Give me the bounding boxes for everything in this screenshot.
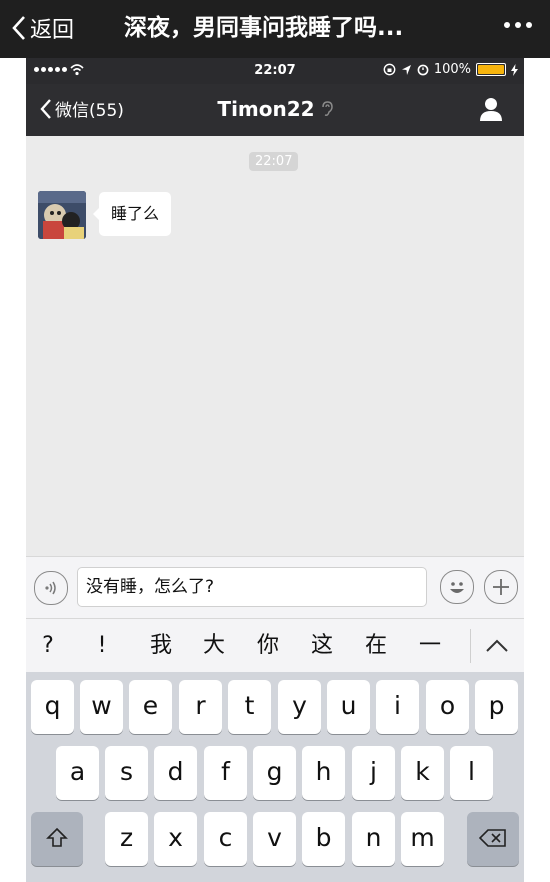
nav-bar: 微信(55) Timon22 xyxy=(26,84,524,136)
candidate-item[interactable]: 大 xyxy=(194,619,234,673)
key-g[interactable]: g xyxy=(253,746,296,800)
orientation-lock-icon xyxy=(383,63,396,76)
outer-back-button[interactable]: 返回 xyxy=(12,10,74,46)
candidate-item[interactable]: 你 xyxy=(248,619,288,673)
chevron-up-icon[interactable] xyxy=(484,633,510,659)
alarm-icon xyxy=(417,64,429,76)
emoji-button[interactable] xyxy=(440,570,474,604)
key-s[interactable]: s xyxy=(105,746,148,800)
key-f[interactable]: f xyxy=(204,746,247,800)
contact-profile-icon[interactable] xyxy=(480,97,502,121)
backspace-icon xyxy=(478,829,506,847)
candidate-item[interactable]: ? xyxy=(28,619,68,673)
avatar[interactable] xyxy=(38,191,86,239)
key-t[interactable]: t xyxy=(228,680,271,734)
key-r[interactable]: r xyxy=(179,680,222,734)
chat-title-text: Timon22 xyxy=(217,97,315,121)
battery-percent: 100% xyxy=(433,62,471,77)
battery-icon xyxy=(476,63,506,76)
key-h[interactable]: h xyxy=(302,746,345,800)
candidate-item[interactable]: 这 xyxy=(302,619,342,673)
key-z[interactable]: z xyxy=(105,812,148,866)
key-b[interactable]: b xyxy=(302,812,345,866)
shift-key[interactable] xyxy=(31,812,83,866)
key-o[interactable]: o xyxy=(426,680,469,734)
input-bar: 没有睡，怎么了? xyxy=(26,556,524,619)
chevron-left-icon xyxy=(12,16,25,40)
candidate-item[interactable]: 我 xyxy=(141,619,181,673)
message-input[interactable]: 没有睡，怎么了? xyxy=(77,567,427,607)
key-m[interactable]: m xyxy=(401,812,444,866)
key-i[interactable]: i xyxy=(376,680,419,734)
message-timestamp: 22:07 xyxy=(249,152,299,171)
shift-icon xyxy=(46,827,68,847)
key-q[interactable]: q xyxy=(31,680,74,734)
add-button[interactable] xyxy=(484,570,518,604)
chat-area: 22:07 睡了么 xyxy=(26,136,524,556)
candidate-item[interactable]: 一 xyxy=(410,619,450,673)
outer-title: 深夜，男同事问我睡了吗... xyxy=(124,15,404,41)
outer-header: 返回 深夜，男同事问我睡了吗... xyxy=(0,0,550,58)
candidate-divider xyxy=(470,629,471,663)
plus-icon xyxy=(493,579,509,595)
battery-fill xyxy=(478,65,504,74)
key-l[interactable]: l xyxy=(450,746,493,800)
voice-icon xyxy=(45,581,56,595)
status-right: 100% xyxy=(383,62,518,77)
outer-back-label: 返回 xyxy=(30,18,75,43)
candidate-item[interactable]: 在 xyxy=(356,619,396,673)
chat-title: Timon22 xyxy=(26,97,524,121)
key-d[interactable]: d xyxy=(154,746,197,800)
key-e[interactable]: e xyxy=(129,680,172,734)
key-p[interactable]: p xyxy=(475,680,518,734)
phone-screen: 22:07 100% 微信(55) Timon22 22:07 睡了么 没有睡，… xyxy=(26,58,524,882)
key-y[interactable]: y xyxy=(278,680,321,734)
emoji-icon xyxy=(450,582,464,593)
keyboard: q w e r t y u i o p a s d f g h j k l z … xyxy=(26,672,524,882)
charging-icon xyxy=(511,63,518,76)
status-bar: 22:07 100% xyxy=(26,58,524,84)
candidate-item[interactable]: ! xyxy=(82,619,122,673)
key-w[interactable]: w xyxy=(80,680,123,734)
voice-button[interactable] xyxy=(34,571,68,605)
key-v[interactable]: v xyxy=(253,812,296,866)
key-c[interactable]: c xyxy=(204,812,247,866)
key-a[interactable]: a xyxy=(56,746,99,800)
key-n[interactable]: n xyxy=(352,812,395,866)
key-k[interactable]: k xyxy=(401,746,444,800)
avatar-image xyxy=(38,191,86,239)
key-x[interactable]: x xyxy=(154,812,197,866)
key-j[interactable]: j xyxy=(352,746,395,800)
received-message-bubble[interactable]: 睡了么 xyxy=(92,192,172,236)
key-u[interactable]: u xyxy=(327,680,370,734)
more-icon[interactable] xyxy=(504,22,532,28)
location-icon xyxy=(401,64,411,75)
candidate-bar: ? ! 我 大 你 这 在 一 xyxy=(26,618,524,674)
delete-key[interactable] xyxy=(467,812,519,866)
earpiece-icon xyxy=(321,101,333,116)
